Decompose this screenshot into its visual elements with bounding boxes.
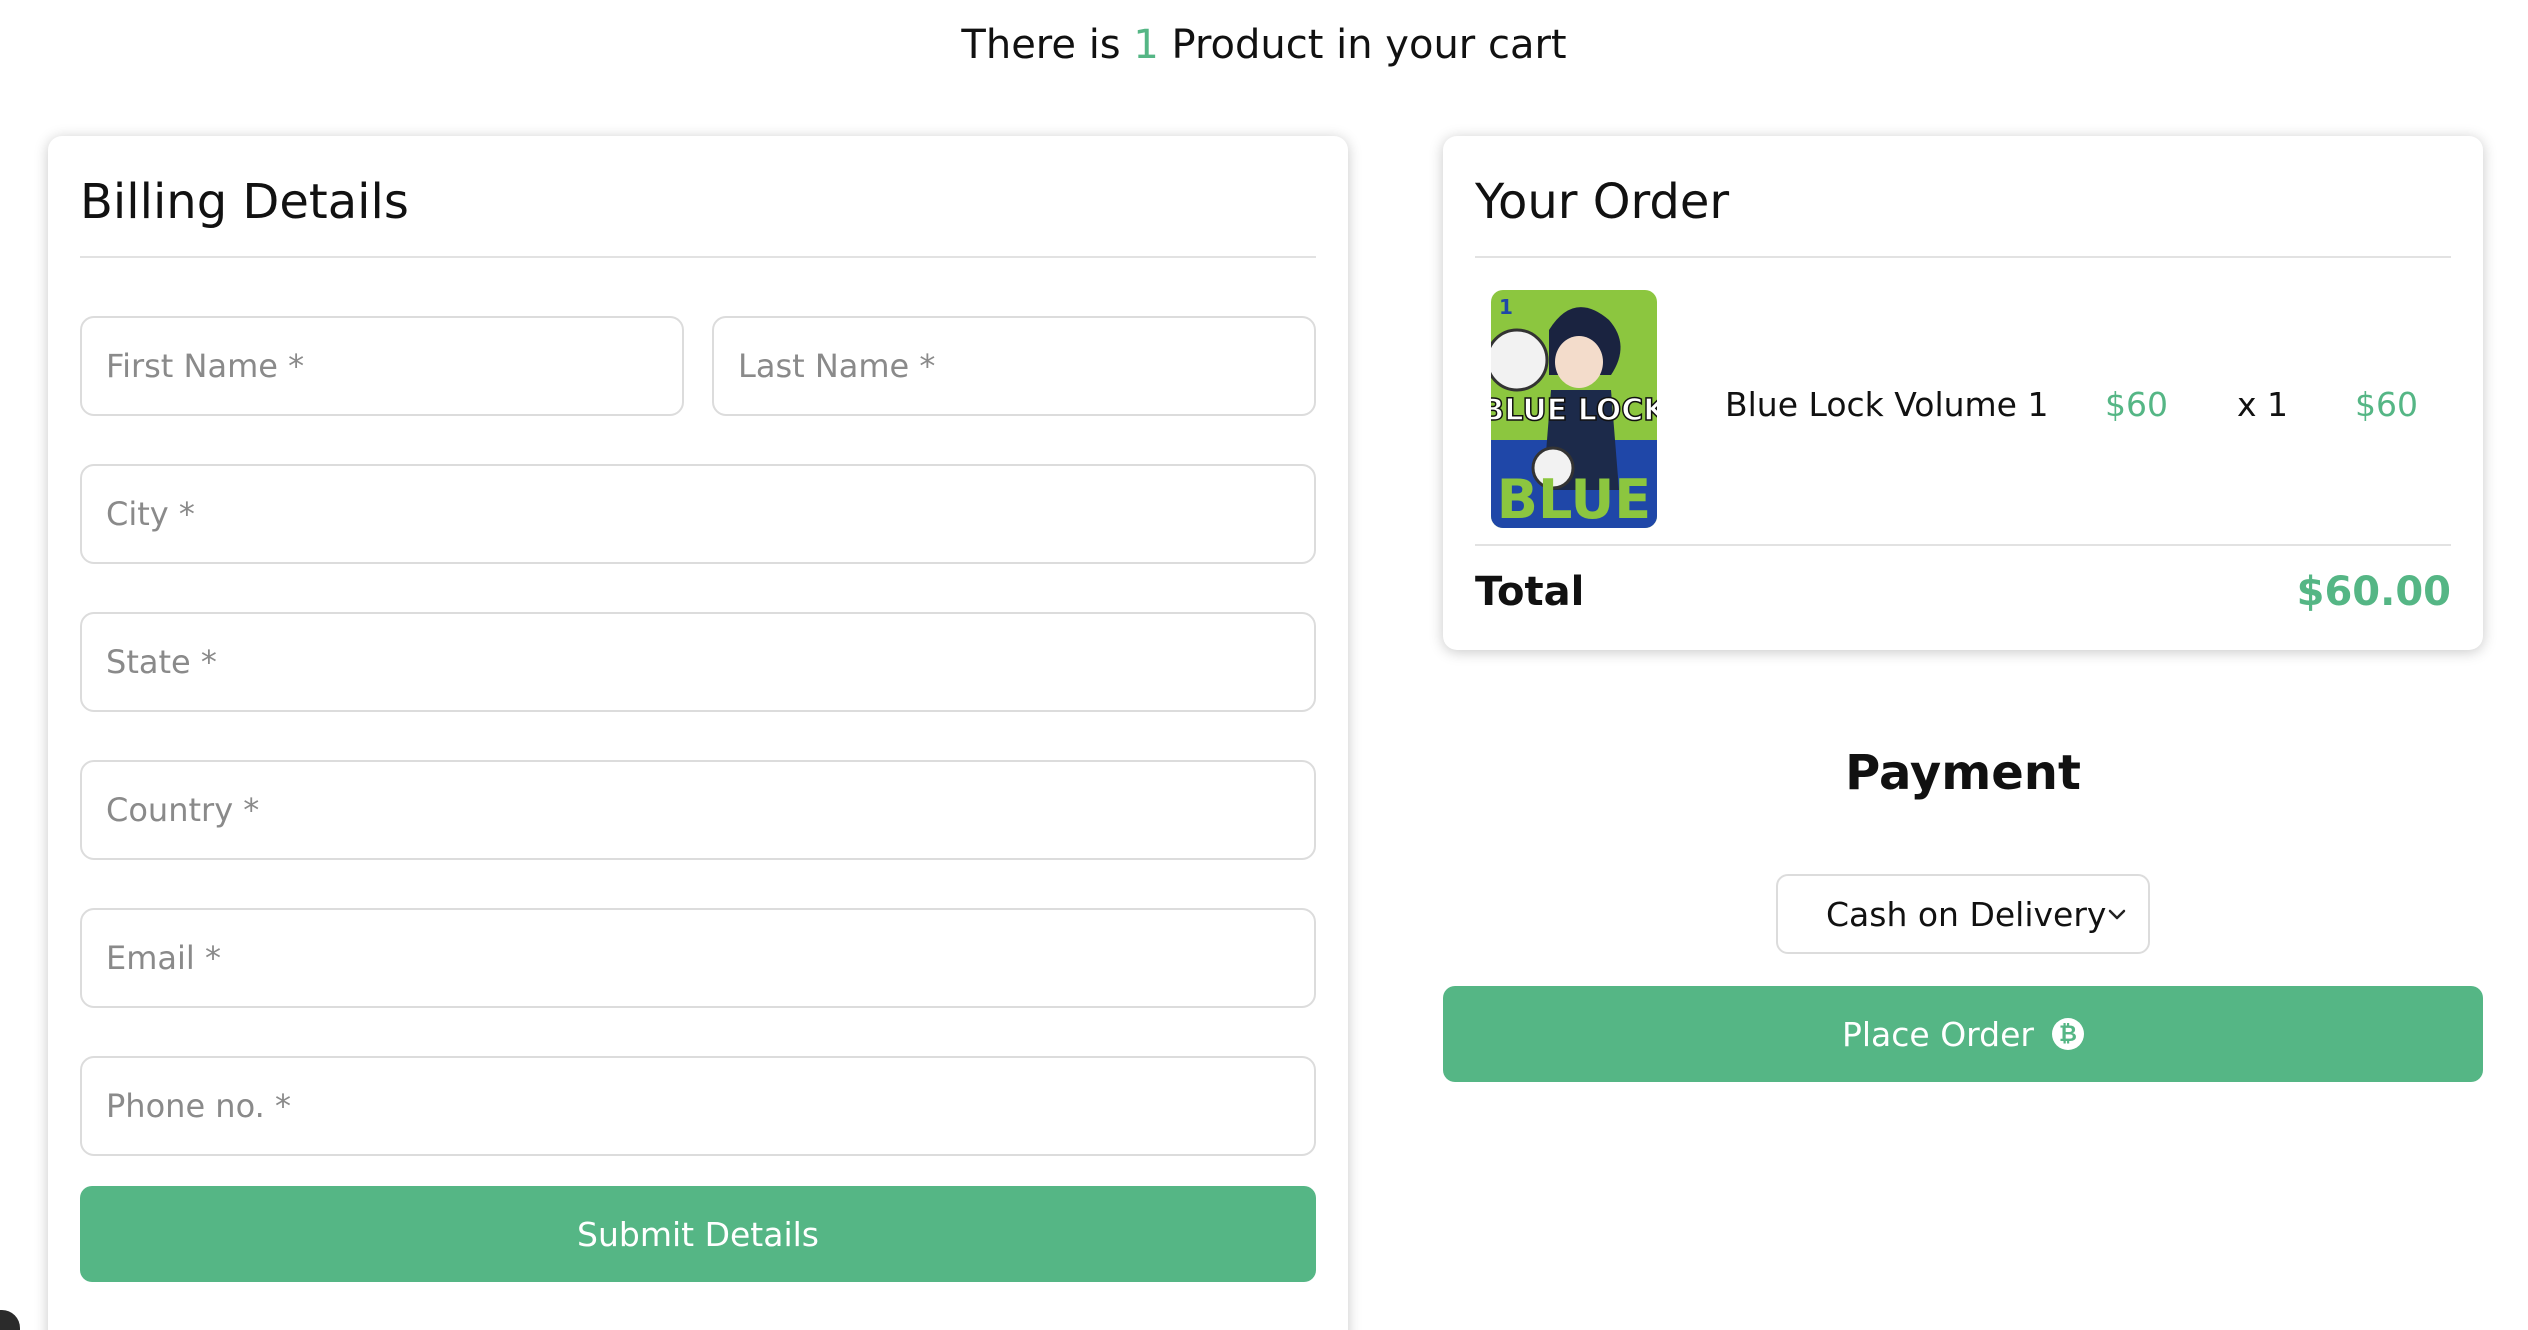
cover-volume-number: 1 <box>1499 295 1513 319</box>
cart-count: 1 <box>1133 22 1159 68</box>
cart-count-prefix: There is <box>961 22 1134 68</box>
country-input[interactable] <box>80 760 1316 860</box>
billing-title: Billing Details <box>80 174 409 230</box>
manga-cover-image: BLUE LOCK BLUE 1 <box>1491 290 1657 528</box>
product-price: $60 <box>2105 385 2168 424</box>
product-quantity: x 1 <box>2237 385 2289 424</box>
city-input[interactable] <box>80 464 1316 564</box>
product-name: Blue Lock Volume 1 <box>1725 385 2049 424</box>
order-total-divider <box>1475 544 2451 546</box>
product-subtotal: $60 <box>2355 385 2418 424</box>
cart-count-banner: There is 1 Product in your cart <box>0 14 2528 76</box>
first-name-input[interactable] <box>80 316 684 416</box>
submit-details-button[interactable]: Submit Details <box>80 1186 1316 1282</box>
bitcoin-icon: ₿ <box>2052 1018 2084 1050</box>
payment-method-value: Cash on Delivery <box>1826 894 2107 934</box>
product-thumbnail[interactable]: BLUE LOCK BLUE 1 <box>1491 290 1657 528</box>
billing-details-card: Billing Details Submit Details <box>48 136 1348 1330</box>
place-order-button[interactable]: Place Order ₿ <box>1443 986 2483 1082</box>
phone-input[interactable] <box>80 1056 1316 1156</box>
last-name-input[interactable] <box>712 316 1316 416</box>
payment-method-select[interactable]: Cash on Delivery <box>1776 874 2150 954</box>
place-order-label: Place Order <box>1841 1014 2034 1054</box>
total-value: $60.00 <box>2296 569 2451 615</box>
cover-title-text: BLUE LOCK <box>1491 393 1657 428</box>
cover-blue-text: BLUE <box>1497 468 1651 528</box>
your-order-card: Your Order BLUE LOCK BLUE 1 Blue Lock Vo… <box>1443 136 2483 650</box>
order-title: Your Order <box>1475 174 1730 230</box>
billing-divider <box>80 256 1316 258</box>
chevron-down-icon <box>2108 909 2126 920</box>
order-divider <box>1475 256 2451 258</box>
submit-details-label: Submit Details <box>577 1214 819 1254</box>
total-label: Total <box>1475 569 1585 615</box>
checkout-page: There is 1 Product in your cart Billing … <box>0 0 2528 1330</box>
cart-count-suffix: Product in your cart <box>1158 22 1567 68</box>
email-input[interactable] <box>80 908 1316 1008</box>
state-input[interactable] <box>80 612 1316 712</box>
payment-title: Payment <box>1845 745 2081 801</box>
window-corner <box>0 1310 20 1330</box>
